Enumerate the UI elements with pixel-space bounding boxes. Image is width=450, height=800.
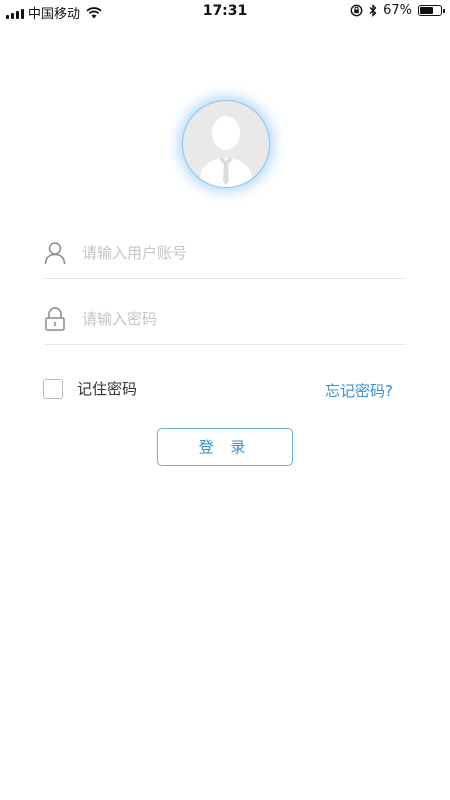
lock-icon: [45, 307, 65, 331]
username-row: [44, 228, 406, 279]
user-avatar[interactable]: [182, 100, 270, 188]
user-icon: [44, 242, 66, 265]
battery-icon: [418, 5, 445, 16]
username-input[interactable]: [80, 243, 406, 263]
status-bar-right: 67%: [350, 3, 445, 18]
remember-checkbox[interactable]: [43, 378, 63, 399]
status-bar: 中国移动 17:31 67%: [0, 0, 450, 22]
remember-password[interactable]: 记住密码: [43, 378, 137, 399]
orientation-lock-icon: [350, 4, 363, 17]
battery-percent: 67%: [383, 3, 412, 18]
password-row: [44, 294, 406, 345]
login-button[interactable]: 登 录: [157, 428, 293, 466]
remember-label: 记住密码: [77, 380, 138, 398]
default-user-avatar-icon: [199, 116, 253, 187]
bluetooth-icon: [369, 4, 377, 17]
battery-fill: [420, 7, 434, 14]
password-input[interactable]: [80, 309, 406, 329]
forgot-password-link[interactable]: 忘记密码?: [325, 380, 393, 401]
